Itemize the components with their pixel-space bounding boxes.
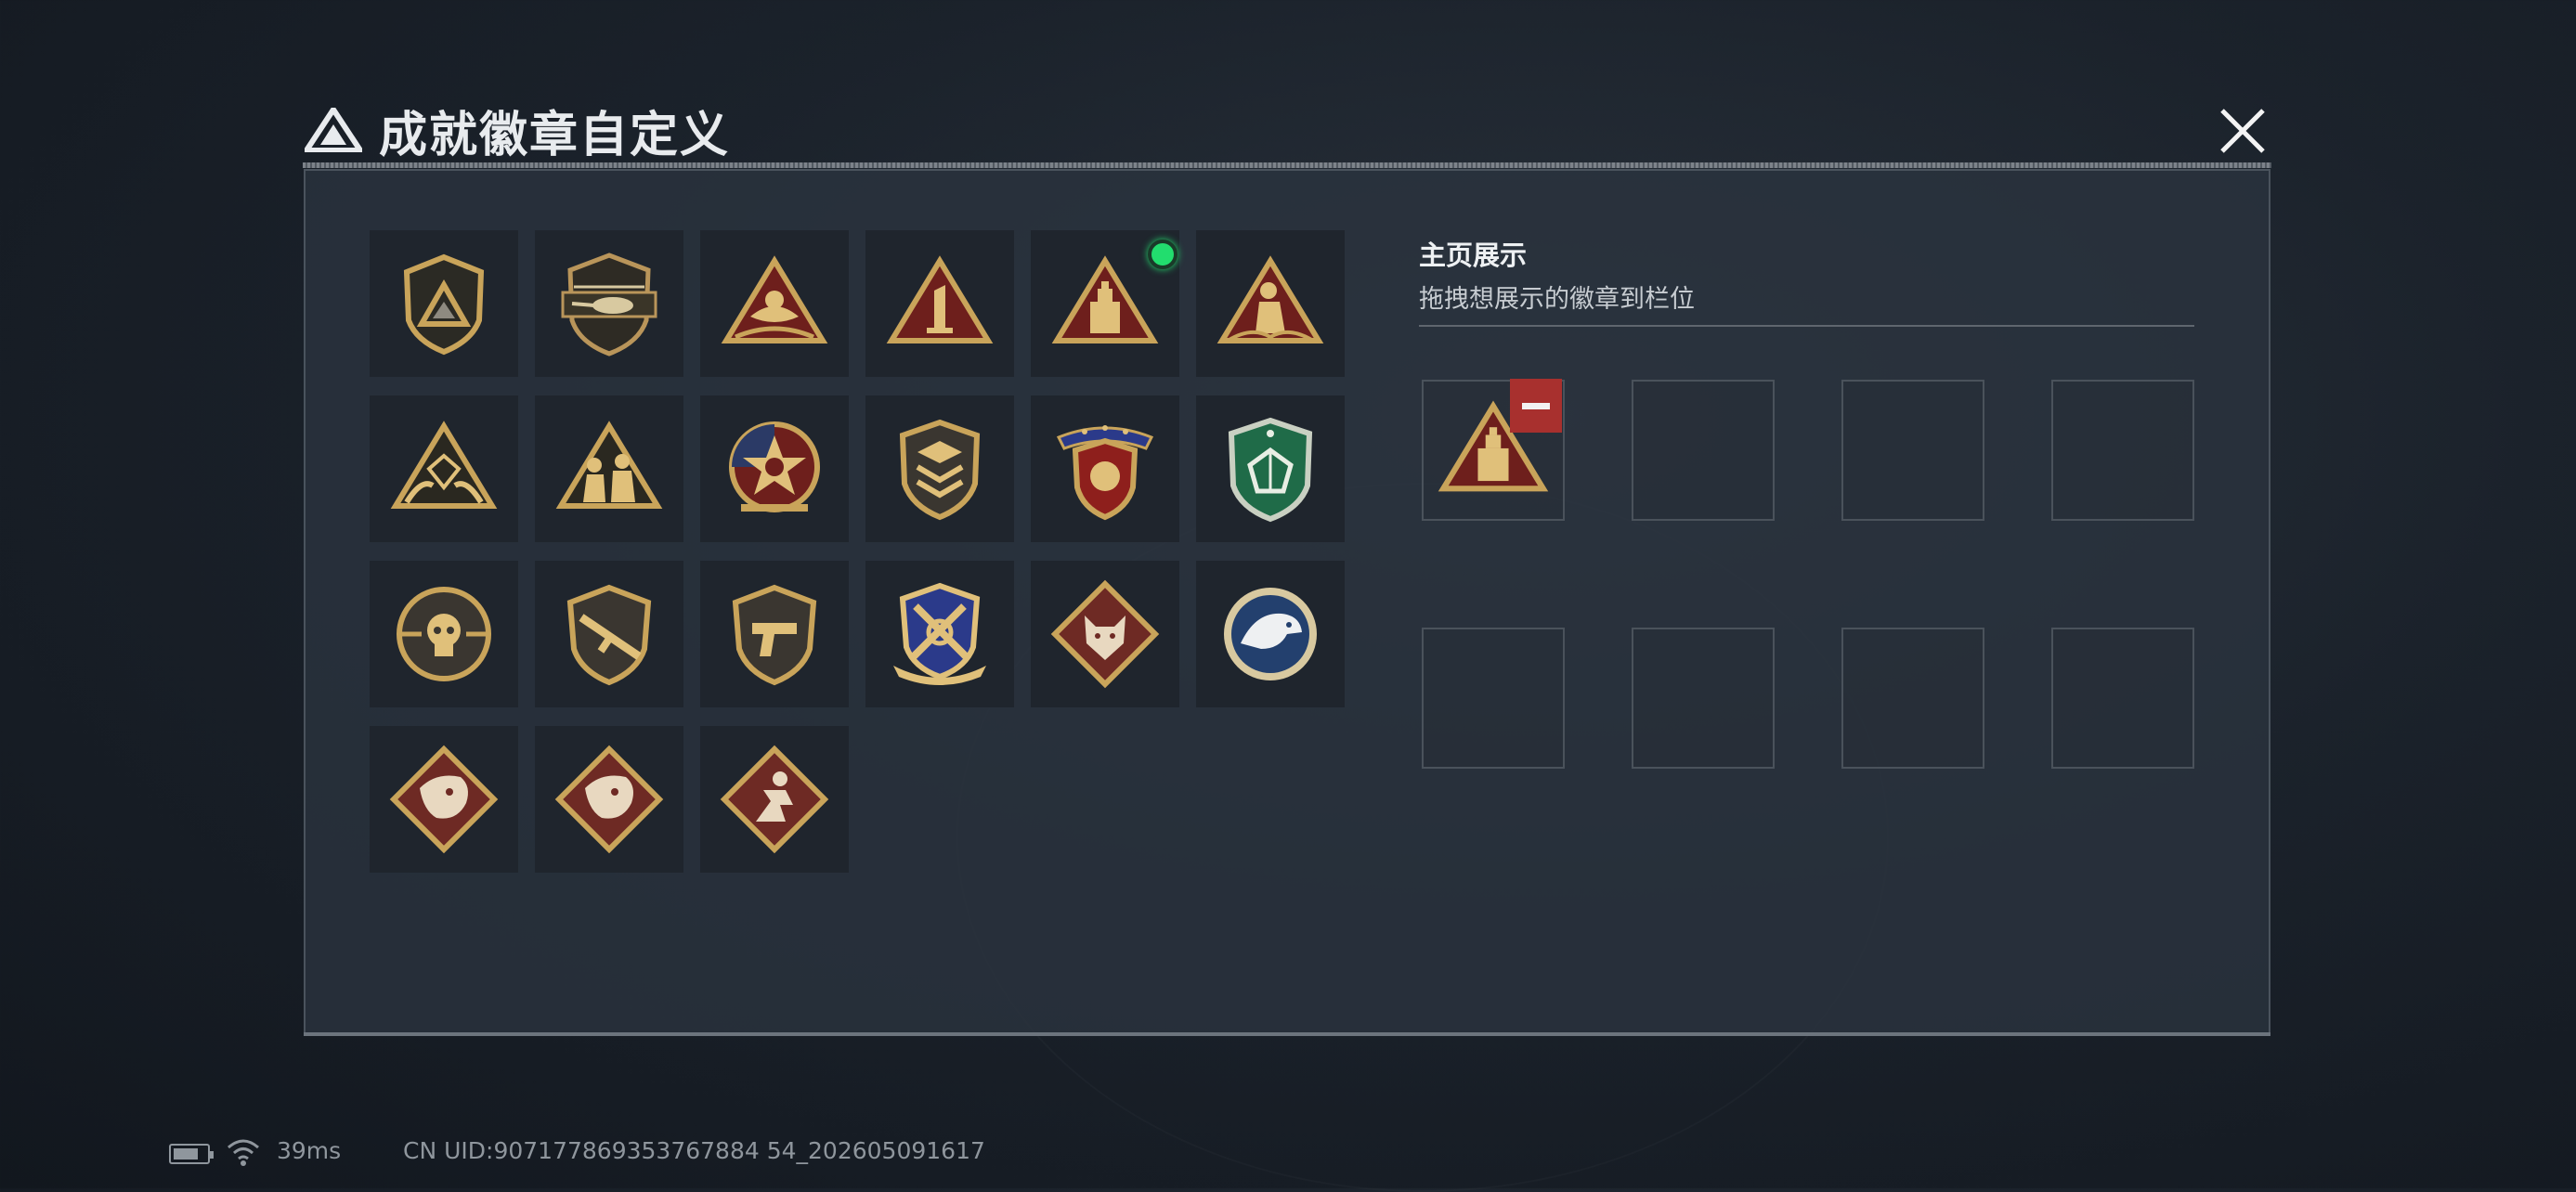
- dragon-diamond-badge-icon: [389, 745, 499, 854]
- panel-bottom-edge: [304, 1032, 2270, 1036]
- pistol-shield-badge-icon: [732, 584, 817, 686]
- rifle-shield-badge-icon: [566, 584, 652, 686]
- page-title: 成就徽章自定义: [379, 107, 731, 163]
- showcase-slot-6[interactable]: [1632, 628, 1775, 769]
- wolf-diamond-badge-icon: [1050, 579, 1160, 689]
- showcase-subtitle: 拖拽想展示的徽章到栏位: [1419, 285, 1695, 314]
- crossed-arms-ribbon-badge-icon: [893, 582, 986, 685]
- badge-cell[interactable]: [535, 230, 683, 377]
- skull-crosshair-badge-icon: [397, 587, 491, 681]
- showcase-slot-2[interactable]: [1632, 380, 1775, 521]
- close-button[interactable]: [2208, 97, 2277, 165]
- uid-text: CN UID:907177869353767884 54_20260509161…: [403, 1137, 985, 1164]
- runner-diamond-badge-icon: [720, 745, 829, 854]
- badge-cell[interactable]: [1031, 230, 1179, 377]
- ping-text: 39ms: [277, 1137, 342, 1164]
- badge-cell[interactable]: [1031, 561, 1179, 707]
- badge-cell[interactable]: [700, 395, 849, 542]
- remove-badge-button[interactable]: [1510, 379, 1562, 433]
- dialog-header: 成就徽章自定义: [305, 93, 730, 167]
- minus-icon: [1522, 402, 1550, 409]
- winged-stars-shield-badge-icon: [1056, 425, 1154, 521]
- badge-cell[interactable]: [535, 726, 683, 873]
- badge-cell[interactable]: [1196, 561, 1345, 707]
- badge-cell[interactable]: [1196, 395, 1345, 542]
- showcase-slot-4[interactable]: [2051, 380, 2194, 521]
- chevron-shield-badge-icon: [899, 419, 981, 521]
- showcase-title: 主页展示: [1419, 240, 1528, 271]
- badge-cell[interactable]: [1196, 230, 1345, 377]
- close-icon: [2220, 109, 2265, 153]
- hands-triangle-badge-icon: [721, 255, 828, 343]
- number-one-triangle-badge-icon: [886, 255, 994, 343]
- showcase-slot-7[interactable]: [1841, 628, 1984, 769]
- badge-cell[interactable]: [865, 395, 1014, 542]
- badge-cell[interactable]: [370, 561, 518, 707]
- badge-cell[interactable]: [865, 561, 1014, 707]
- badge-cell[interactable]: [700, 561, 849, 707]
- shield-triangle-badge-icon: [403, 253, 485, 356]
- showcase-slot-3[interactable]: [1841, 380, 1984, 521]
- star-medal-badge-icon: [729, 421, 820, 512]
- badge-cell[interactable]: [700, 726, 849, 873]
- showcase-slot-5[interactable]: [1422, 628, 1565, 769]
- badge-grid: [370, 230, 1345, 880]
- badge-cell[interactable]: [1031, 395, 1179, 542]
- badge-cell[interactable]: [370, 726, 518, 873]
- bottle-triangle-badge-icon: [1051, 255, 1159, 343]
- soldier-triangle-badge-icon: [1216, 255, 1324, 343]
- triangle-logo-icon: [305, 108, 362, 152]
- new-indicator-dot: [1148, 240, 1177, 269]
- showcase-slot-8[interactable]: [2051, 628, 2194, 769]
- showcase-divider: [1419, 325, 2194, 327]
- dragon-diamond-badge-2-icon: [554, 745, 664, 854]
- badge-cell[interactable]: [535, 561, 683, 707]
- squad-triangle-badge-icon: [555, 421, 663, 509]
- gem-hands-triangle-badge-icon: [390, 421, 498, 509]
- title-underline: [303, 162, 2271, 168]
- badge-cell[interactable]: [370, 395, 518, 542]
- green-gem-shield-badge-icon: [1228, 417, 1313, 523]
- badge-cell[interactable]: [700, 230, 849, 377]
- eagle-roundel-badge-icon: [1224, 588, 1317, 680]
- helicopter-shield-badge-icon: [561, 253, 657, 356]
- wifi-icon: [228, 1139, 259, 1166]
- badge-cell[interactable]: [535, 395, 683, 542]
- badge-cell[interactable]: [865, 230, 1014, 377]
- badge-cell[interactable]: [370, 230, 518, 377]
- battery-icon: [169, 1144, 214, 1164]
